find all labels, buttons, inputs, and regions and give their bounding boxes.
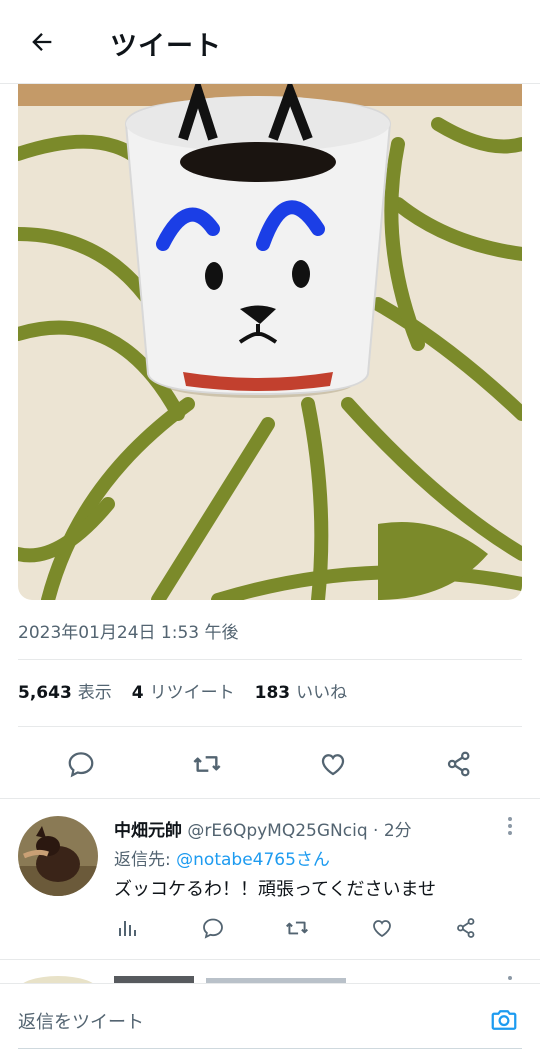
camera-icon [491,1010,517,1030]
next-reply-peek[interactable] [0,960,540,984]
retweets-label: リツイート [149,683,235,703]
avatar-image [18,816,98,896]
divider [18,726,522,727]
replying-to-user-link[interactable]: @notabe4765さん [176,850,330,870]
reply-text: ズッコケるわ！！頑張ってくださいませ [114,879,437,900]
reply-tweet[interactable]: 中畑元帥 @rE6QpyMQ25GNciq · 2分 返信先: @notabe4… [0,800,540,960]
like-icon [321,754,345,776]
reply-input[interactable]: 返信をツイート [18,1008,144,1034]
reply-button[interactable] [59,742,103,786]
like-button[interactable] [364,910,400,946]
next-reply-clipped [21,976,512,984]
retweets-stat[interactable]: 4 リツイート [132,678,255,703]
divider [0,798,540,799]
analytics-icon [119,921,136,936]
retweet-icon [193,756,221,772]
more-options-button[interactable] [500,814,520,838]
reply-icon [203,918,223,939]
reply-composer: 返信をツイート [0,983,540,1057]
share-icon [457,918,475,938]
arrow-left-icon [32,33,52,51]
tweet-timestamp[interactable]: 2023年01月24日 1:53 午後 [18,618,239,643]
reply-author-handle: @rE6QpyMQ25GNciq · 2分 [187,821,412,841]
tweet-actions [18,736,522,792]
retweet-button[interactable] [185,742,229,786]
views-count: 5,643 [18,683,72,703]
retweet-icon [286,921,308,935]
share-icon [447,751,470,777]
retweets-count: 4 [131,683,144,703]
divider [18,659,522,660]
like-icon [373,920,391,938]
reply-header: 中畑元帥 @rE6QpyMQ25GNciq · 2分 [114,816,412,841]
replying-to: 返信先: @notabe4765さん [114,845,330,870]
avatar[interactable] [18,816,98,896]
views-label: 表示 [77,683,112,703]
back-button[interactable] [20,22,64,62]
likes-stat[interactable]: 183 いいね [255,678,368,703]
tweet-photo[interactable] [18,84,522,600]
likes-count: 183 [254,683,291,703]
cup-photo-image [18,84,522,600]
reply-icon [68,752,94,778]
reply-author-name[interactable]: 中畑元帥 [114,821,182,841]
analytics-button[interactable] [110,910,146,946]
retweet-button[interactable] [279,910,315,946]
camera-button[interactable] [486,1002,522,1038]
reply-button[interactable] [195,910,231,946]
like-button[interactable] [311,742,355,786]
reply-actions [108,910,508,946]
top-bar: ツイート [0,0,540,84]
more-vertical-icon [508,817,512,835]
page-title: ツイート [110,31,222,62]
replying-to-label: 返信先: [114,850,177,870]
share-button[interactable] [448,910,484,946]
share-button[interactable] [437,742,481,786]
tweet-stats: 5,643 表示 4 リツイート 183 いいね [18,678,367,703]
likes-label: いいね [296,683,348,703]
views-stat[interactable]: 5,643 表示 [18,678,132,703]
composer-underline [18,1048,522,1049]
